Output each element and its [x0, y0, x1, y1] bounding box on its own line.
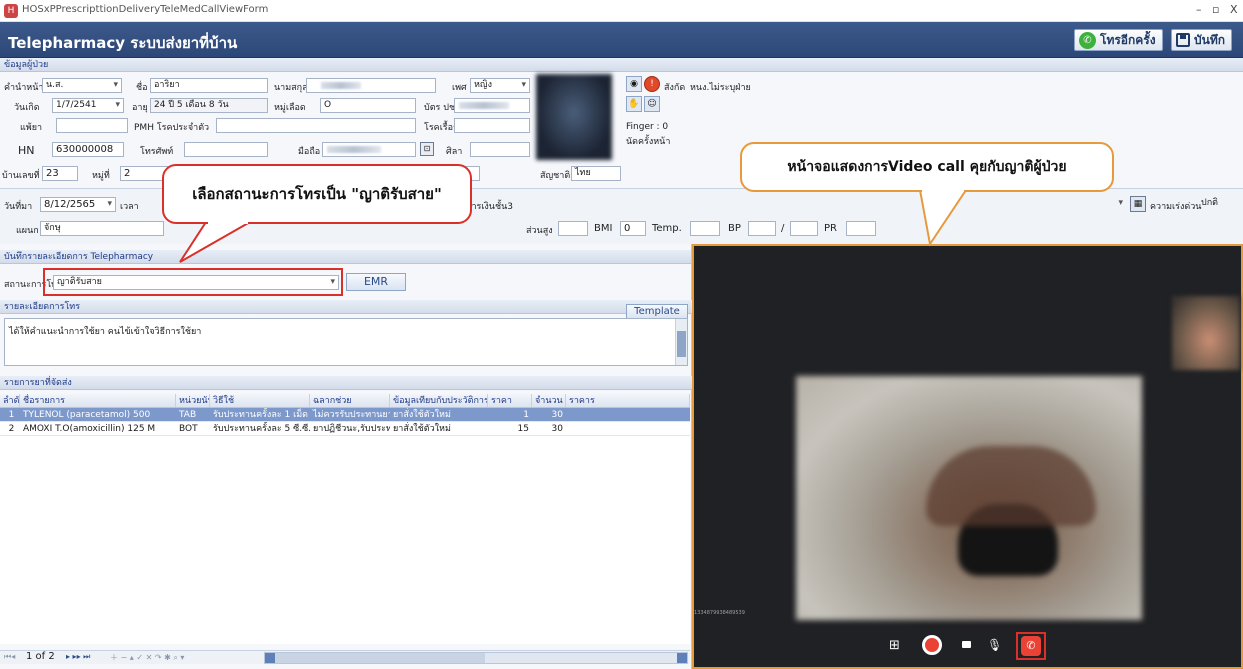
- callout-arrows: [179, 189, 968, 263]
- status-callout-tail: [179, 221, 254, 263]
- video-callout-joint: [922, 186, 964, 192]
- status-callout: เลือกสถานะการโทรเป็น "ญาติรับสาย": [162, 164, 472, 224]
- status-callout-joint: [208, 218, 248, 224]
- video-callout: หน้าจอแสดงการVideo call คุยกับญาติผู้ป่ว…: [740, 142, 1114, 192]
- video-callout-tail: [918, 189, 968, 247]
